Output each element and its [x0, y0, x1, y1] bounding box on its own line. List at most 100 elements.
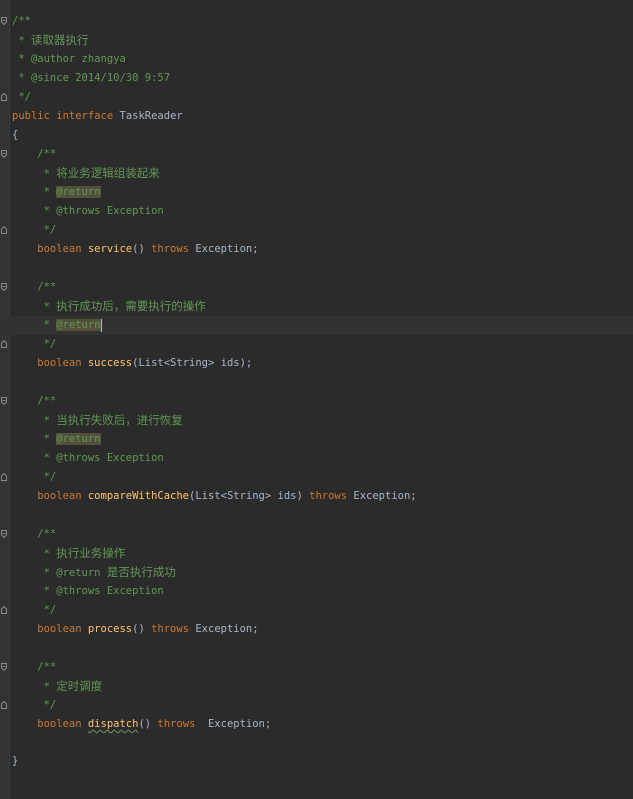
doc-comment: * @since 2014/10/30 9:57	[12, 72, 171, 84]
doc-comment-text: 执行业务操作	[56, 546, 126, 560]
doc-comment: */	[12, 224, 57, 236]
code-line[interactable]: * @return 是否执行成功	[0, 563, 633, 582]
code-line[interactable]: boolean compareWithCache(List<String> id…	[0, 487, 633, 506]
code-line[interactable]: */	[0, 468, 633, 487]
code-line[interactable]: * 执行成功后，需要执行的操作	[0, 297, 633, 316]
keyword: boolean	[12, 623, 88, 635]
code-line[interactable]: {	[0, 126, 633, 145]
code-line[interactable]: * 执行业务操作	[0, 544, 633, 563]
current-code-line[interactable]: * @return	[0, 316, 633, 335]
code-line[interactable]: */	[0, 335, 633, 354]
keyword: boolean	[12, 357, 88, 369]
fold-collapse-icon[interactable]	[1, 530, 7, 538]
fold-end-icon[interactable]	[1, 606, 7, 614]
doc-comment: * @throws Exception	[12, 452, 164, 464]
javadoc-tag-highlighted: @return	[56, 186, 101, 198]
code-line[interactable]: * 定时调度	[0, 677, 633, 696]
doc-comment: *	[12, 35, 31, 47]
code-line[interactable]: * 将业务逻辑组装起来	[0, 164, 633, 183]
fold-collapse-icon[interactable]	[1, 150, 7, 158]
doc-comment: *	[12, 168, 57, 180]
fold-collapse-icon[interactable]	[1, 283, 7, 291]
brace: {	[12, 129, 19, 141]
fold-collapse-icon[interactable]	[1, 397, 7, 405]
code-text: ()	[132, 623, 152, 635]
keyword: throws	[309, 490, 348, 502]
code-line[interactable]: */	[0, 696, 633, 715]
code-line[interactable]: /**	[0, 145, 633, 164]
code-line[interactable]: /**	[0, 12, 633, 31]
code-line[interactable]: * @throws Exception	[0, 449, 633, 468]
code-line[interactable]: * @return	[0, 430, 633, 449]
method-name-warning: dispatch	[87, 718, 139, 730]
method-name: service	[87, 243, 133, 255]
code-line[interactable]: * 当执行失败后，进行恢复	[0, 411, 633, 430]
doc-comment: * @author zhangya	[12, 53, 126, 65]
doc-comment: */	[12, 471, 57, 483]
doc-comment: /**	[12, 148, 57, 160]
doc-comment: *	[12, 319, 57, 331]
doc-comment: *	[12, 301, 57, 313]
code-line[interactable]: boolean process() throws Exception;	[0, 620, 633, 639]
doc-comment: *	[12, 681, 57, 693]
code-text: (List<String> ids);	[132, 357, 253, 369]
doc-comment: *	[12, 433, 57, 445]
javadoc-tag-highlighted: @return	[56, 319, 101, 331]
code-line[interactable]: boolean dispatch() throws Exception;	[0, 715, 633, 734]
code-line[interactable]: boolean service() throws Exception;	[0, 240, 633, 259]
code-line[interactable]: * 读取器执行	[0, 31, 633, 50]
fold-end-icon[interactable]	[1, 701, 7, 709]
method-name: success	[87, 357, 133, 369]
keyword: public	[12, 110, 50, 122]
text-caret	[100, 318, 102, 332]
code-line[interactable]: /**	[0, 658, 633, 677]
keyword: interface	[56, 110, 114, 122]
keyword: throws	[157, 718, 196, 730]
code-text: ()	[138, 718, 158, 730]
method-name: process	[87, 623, 133, 635]
keyword: boolean	[12, 718, 88, 730]
fold-end-icon[interactable]	[1, 226, 7, 234]
doc-comment: *	[12, 415, 57, 427]
fold-end-icon[interactable]	[1, 340, 7, 348]
code-line[interactable]: */	[0, 601, 633, 620]
doc-comment: */	[12, 91, 31, 103]
code-line[interactable]: }	[0, 752, 633, 771]
doc-comment: *	[12, 186, 57, 198]
code-line[interactable]: * @return	[0, 183, 633, 202]
code-line[interactable]: /**	[0, 392, 633, 411]
fold-end-icon[interactable]	[1, 473, 7, 481]
method-name: compareWithCache	[87, 490, 190, 502]
doc-comment: /**	[12, 15, 31, 27]
code-text: Exception;	[189, 623, 259, 635]
code-line[interactable]: * @author zhangya	[0, 50, 633, 69]
keyword: throws	[151, 623, 190, 635]
code-line[interactable]: * @since 2014/10/30 9:57	[0, 69, 633, 88]
doc-comment-text: 将业务逻辑组装起来	[56, 166, 160, 180]
code-line[interactable]: * @throws Exception	[0, 202, 633, 221]
keyword: boolean	[12, 490, 88, 502]
doc-comment-text: 执行成功后，需要执行的操作	[56, 299, 206, 313]
doc-comment-text: 定时调度	[56, 679, 103, 693]
doc-comment: /**	[12, 528, 57, 540]
fold-collapse-icon[interactable]	[1, 663, 7, 671]
doc-comment-text: 当执行失败后，进行恢复	[56, 413, 183, 427]
doc-comment: * @throws Exception	[12, 585, 164, 597]
code-line[interactable]: /**	[0, 525, 633, 544]
fold-collapse-icon[interactable]	[1, 17, 7, 25]
code-editor[interactable]: /** * 读取器执行 * @author zhangya * @since 2…	[0, 0, 633, 799]
code-line[interactable]: public interface TaskReader	[0, 107, 633, 126]
code-text: (List<String> ids)	[189, 490, 310, 502]
brace: }	[12, 755, 19, 767]
doc-comment: * @throws Exception	[12, 205, 164, 217]
fold-end-icon[interactable]	[1, 93, 7, 101]
code-line[interactable]: * @throws Exception	[0, 582, 633, 601]
interface-name: TaskReader	[119, 110, 183, 122]
doc-comment: *	[12, 548, 57, 560]
code-line[interactable]: */	[0, 88, 633, 107]
code-text: Exception;	[189, 243, 259, 255]
code-line[interactable]: /**	[0, 278, 633, 297]
code-line[interactable]: */	[0, 221, 633, 240]
keyword: throws	[151, 243, 190, 255]
code-line[interactable]: boolean success(List<String> ids);	[0, 354, 633, 373]
